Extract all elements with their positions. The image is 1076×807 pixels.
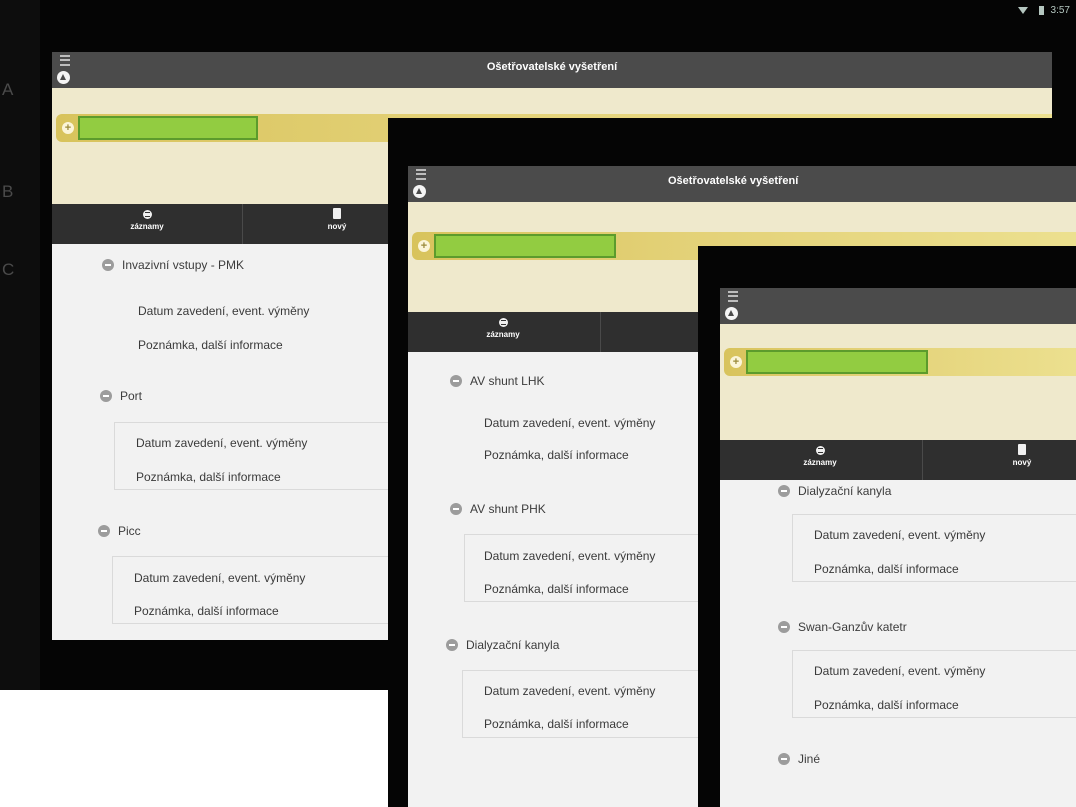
redacted-patient-name — [746, 350, 928, 374]
home-icon[interactable] — [413, 185, 426, 198]
section-title: AV shunt PHK — [470, 502, 546, 516]
date-field-label: Datum zavedení, event. výměny — [814, 528, 986, 542]
section-title: AV shunt LHK — [470, 374, 545, 388]
patient-panel: + — [720, 324, 1076, 440]
status-time: 3:57 — [1050, 5, 1070, 16]
records-label: záznamy — [130, 222, 164, 231]
collapse-icon[interactable] — [450, 375, 462, 387]
note-field[interactable]: Poznámka, další informace — [814, 698, 1076, 712]
note-field-label: Poznámka, další informace — [484, 582, 629, 596]
records-button[interactable]: záznamy — [408, 312, 598, 352]
new-label: nový — [1012, 458, 1032, 467]
note-field-label: Poznámka, další informace — [814, 562, 959, 576]
index-letter-a: A — [2, 80, 14, 99]
section-title: Dialyzační kanyla — [466, 638, 560, 652]
list-icon — [815, 446, 825, 455]
records-label: záznamy — [486, 330, 520, 339]
status-indicators: 3:57 — [1017, 5, 1070, 16]
records-button[interactable]: záznamy — [720, 440, 920, 480]
app-header — [720, 288, 1076, 324]
collapse-icon[interactable] — [778, 621, 790, 633]
collapse-icon[interactable] — [778, 485, 790, 497]
date-field-label: Datum zavedení, event. výměny — [484, 549, 656, 563]
add-icon[interactable]: + — [730, 356, 742, 368]
screenshot-3: + záznamy nový Dialyzační kanyla Datum z… — [698, 246, 1076, 807]
index-letter-c: C — [2, 260, 15, 279]
note-field-label: Poznámka, další informace — [134, 604, 279, 618]
new-button[interactable]: nový — [922, 440, 1076, 480]
collapse-icon[interactable] — [450, 503, 462, 515]
note-field[interactable]: Poznámka, další informace — [814, 562, 1076, 576]
records-label: záznamy — [803, 458, 837, 467]
home-icon[interactable] — [57, 71, 70, 84]
menu-icon[interactable] — [416, 169, 426, 180]
menu-icon[interactable] — [728, 291, 738, 302]
date-field-label: Datum zavedení, event. výměny — [136, 436, 308, 450]
note-field-label: Poznámka, další informace — [136, 470, 281, 484]
note-field-label: Poznámka, další informace — [484, 717, 629, 731]
date-field[interactable]: Datum zavedení, event. výměny — [814, 528, 1076, 542]
collapse-icon[interactable] — [778, 753, 790, 765]
section-title: Dialyzační kanyla — [798, 484, 892, 498]
section-title: Invazivní vstupy - PMK — [122, 258, 245, 272]
list-icon — [498, 318, 508, 327]
add-icon[interactable]: + — [418, 240, 430, 252]
date-field-label: Datum zavedení, event. výměny — [484, 684, 656, 698]
section-title: Jiné — [798, 752, 821, 766]
section-title: Picc — [118, 524, 141, 538]
date-field[interactable]: Datum zavedení, event. výměny — [814, 664, 1076, 678]
index-letter-b: B — [2, 182, 14, 201]
list-icon — [142, 210, 152, 219]
app-title: Ošetřovatelské vyšetření — [668, 175, 799, 187]
collapse-icon[interactable] — [446, 639, 458, 651]
app-header: Ošetřovatelské vyšetření — [408, 166, 1076, 202]
date-field-label: Datum zavedení, event. výměny — [134, 571, 306, 585]
section-title: Port — [120, 389, 143, 403]
document-icon — [1018, 444, 1026, 455]
note-field-label: Poznámka, další informace — [814, 698, 959, 712]
document-icon — [333, 208, 341, 219]
toolbar-divider — [600, 312, 601, 352]
new-label: nový — [327, 222, 347, 231]
collapse-icon[interactable] — [102, 259, 114, 271]
app-header: Ošetřovatelské vyšetření — [52, 52, 1052, 88]
redacted-patient-name — [78, 116, 258, 140]
records-button[interactable]: záznamy — [52, 204, 242, 244]
collapse-icon[interactable] — [98, 525, 110, 537]
battery-icon — [1038, 5, 1044, 15]
date-field-label: Datum zavedení, event. výměny — [814, 664, 986, 678]
note-field-label: Poznámka, další informace — [484, 448, 629, 462]
system-status-bar: 3:57 — [40, 0, 1076, 22]
section-title: Swan-Ganzův katetr — [798, 620, 907, 634]
home-icon[interactable] — [725, 307, 738, 320]
app-title: Ošetřovatelské vyšetření — [486, 61, 618, 73]
wifi-icon — [1017, 6, 1028, 14]
action-toolbar: záznamy nový — [720, 440, 1076, 480]
patient-bar[interactable]: + — [724, 348, 1076, 376]
date-field-label: Datum zavedení, event. výměny — [138, 304, 310, 318]
note-field-label: Poznámka, další informace — [138, 338, 283, 352]
add-icon[interactable]: + — [62, 122, 74, 134]
redacted-patient-name — [434, 234, 616, 258]
form-content: Dialyzační kanyla Datum zavedení, event.… — [720, 480, 1076, 807]
date-field-label: Datum zavedení, event. výměny — [484, 416, 656, 430]
app-screen-3: + záznamy nový Dialyzační kanyla Datum z… — [720, 288, 1076, 807]
collapse-icon[interactable] — [100, 390, 112, 402]
side-index-strip: A B C — [0, 0, 40, 690]
